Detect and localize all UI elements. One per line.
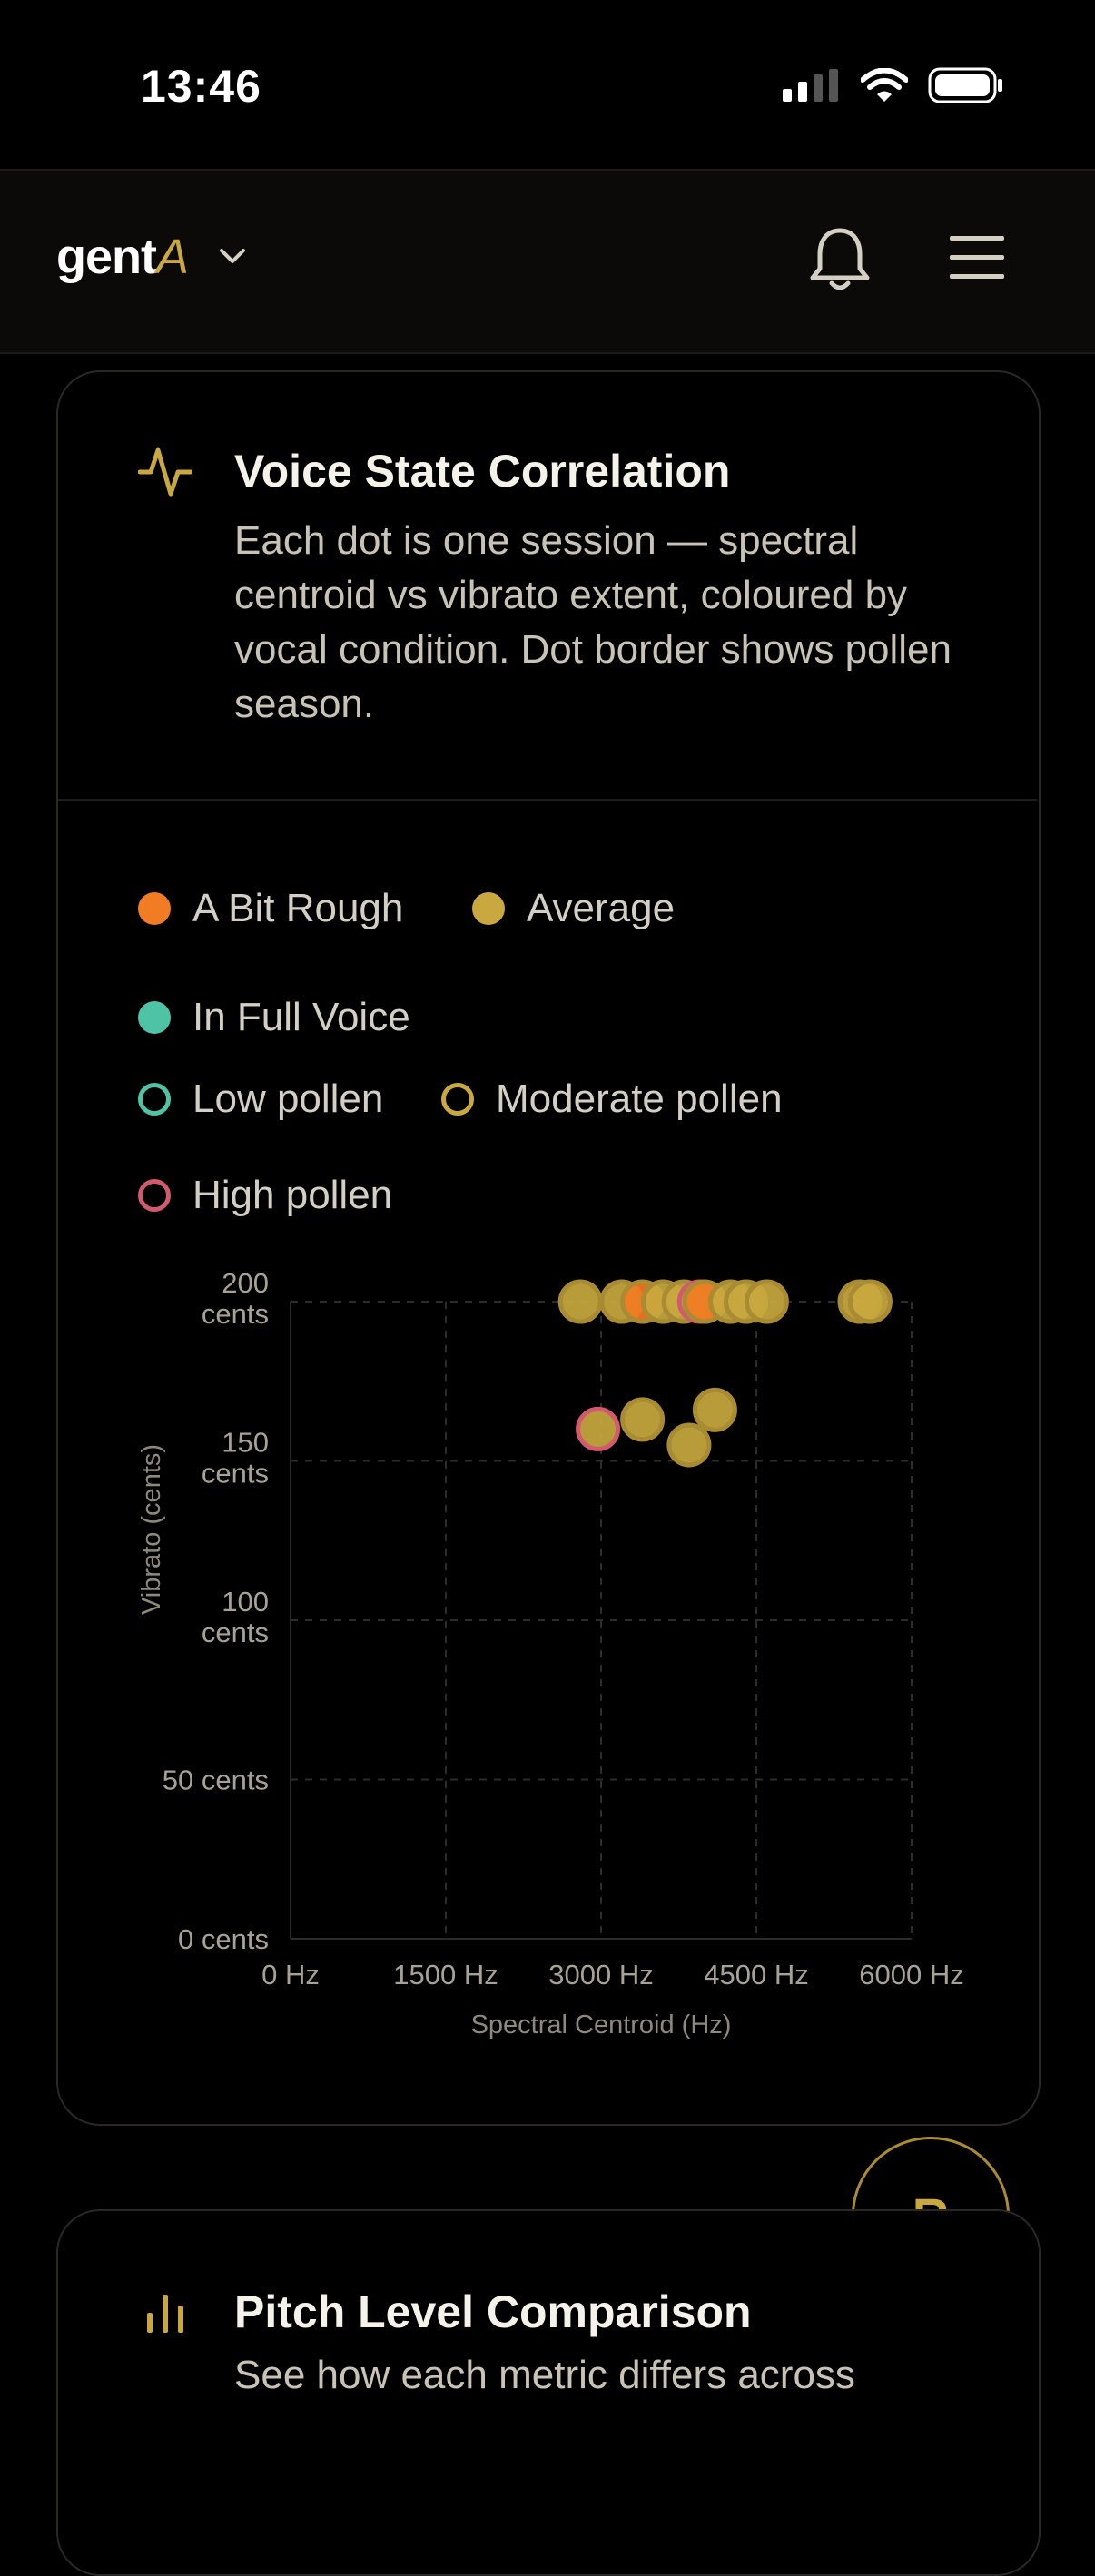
x-tick-label: 3000 Hz xyxy=(548,1959,653,1991)
scatter-point xyxy=(744,1279,789,1324)
x-tick-label: 4500 Hz xyxy=(704,1959,808,1991)
scatter-point xyxy=(620,1397,666,1442)
y-tick-label: cents xyxy=(202,1458,269,1490)
x-tick-label: 1500 Hz xyxy=(393,1959,498,1991)
scatter-point xyxy=(847,1279,893,1324)
x-axis-label: Spectral Centroid (Hz) xyxy=(471,2011,732,2040)
y-tick-label: cents xyxy=(202,1298,269,1330)
y-tick-label: 150 xyxy=(222,1427,269,1459)
y-tick-label: 50 cents xyxy=(163,1765,269,1796)
card2-title: Pitch Level Comparison xyxy=(234,2286,752,2337)
x-tick-label: 6000 Hz xyxy=(859,1959,963,1991)
bar-chart-icon xyxy=(147,2295,183,2333)
scatter-chart: 0 Hz 1500 Hz 3000 Hz 4500 Hz 6000 Hz200cents… xyxy=(137,1267,964,2040)
y-tick-label: 100 xyxy=(222,1586,269,1617)
y-axis-label: Vibrato (cents) xyxy=(137,1444,166,1615)
scatter-point xyxy=(692,1387,737,1432)
card2-description: See how each metric differs across xyxy=(234,2353,855,2397)
scatter-point xyxy=(557,1279,603,1324)
x-tick-label: 0 Hz xyxy=(261,1959,320,1991)
y-tick-label: 0 cents xyxy=(178,1923,269,1955)
y-tick-label: 200 xyxy=(222,1267,269,1299)
scatter-point xyxy=(666,1422,712,1468)
y-tick-label: cents xyxy=(202,1617,269,1648)
scatter-point xyxy=(576,1406,621,1451)
